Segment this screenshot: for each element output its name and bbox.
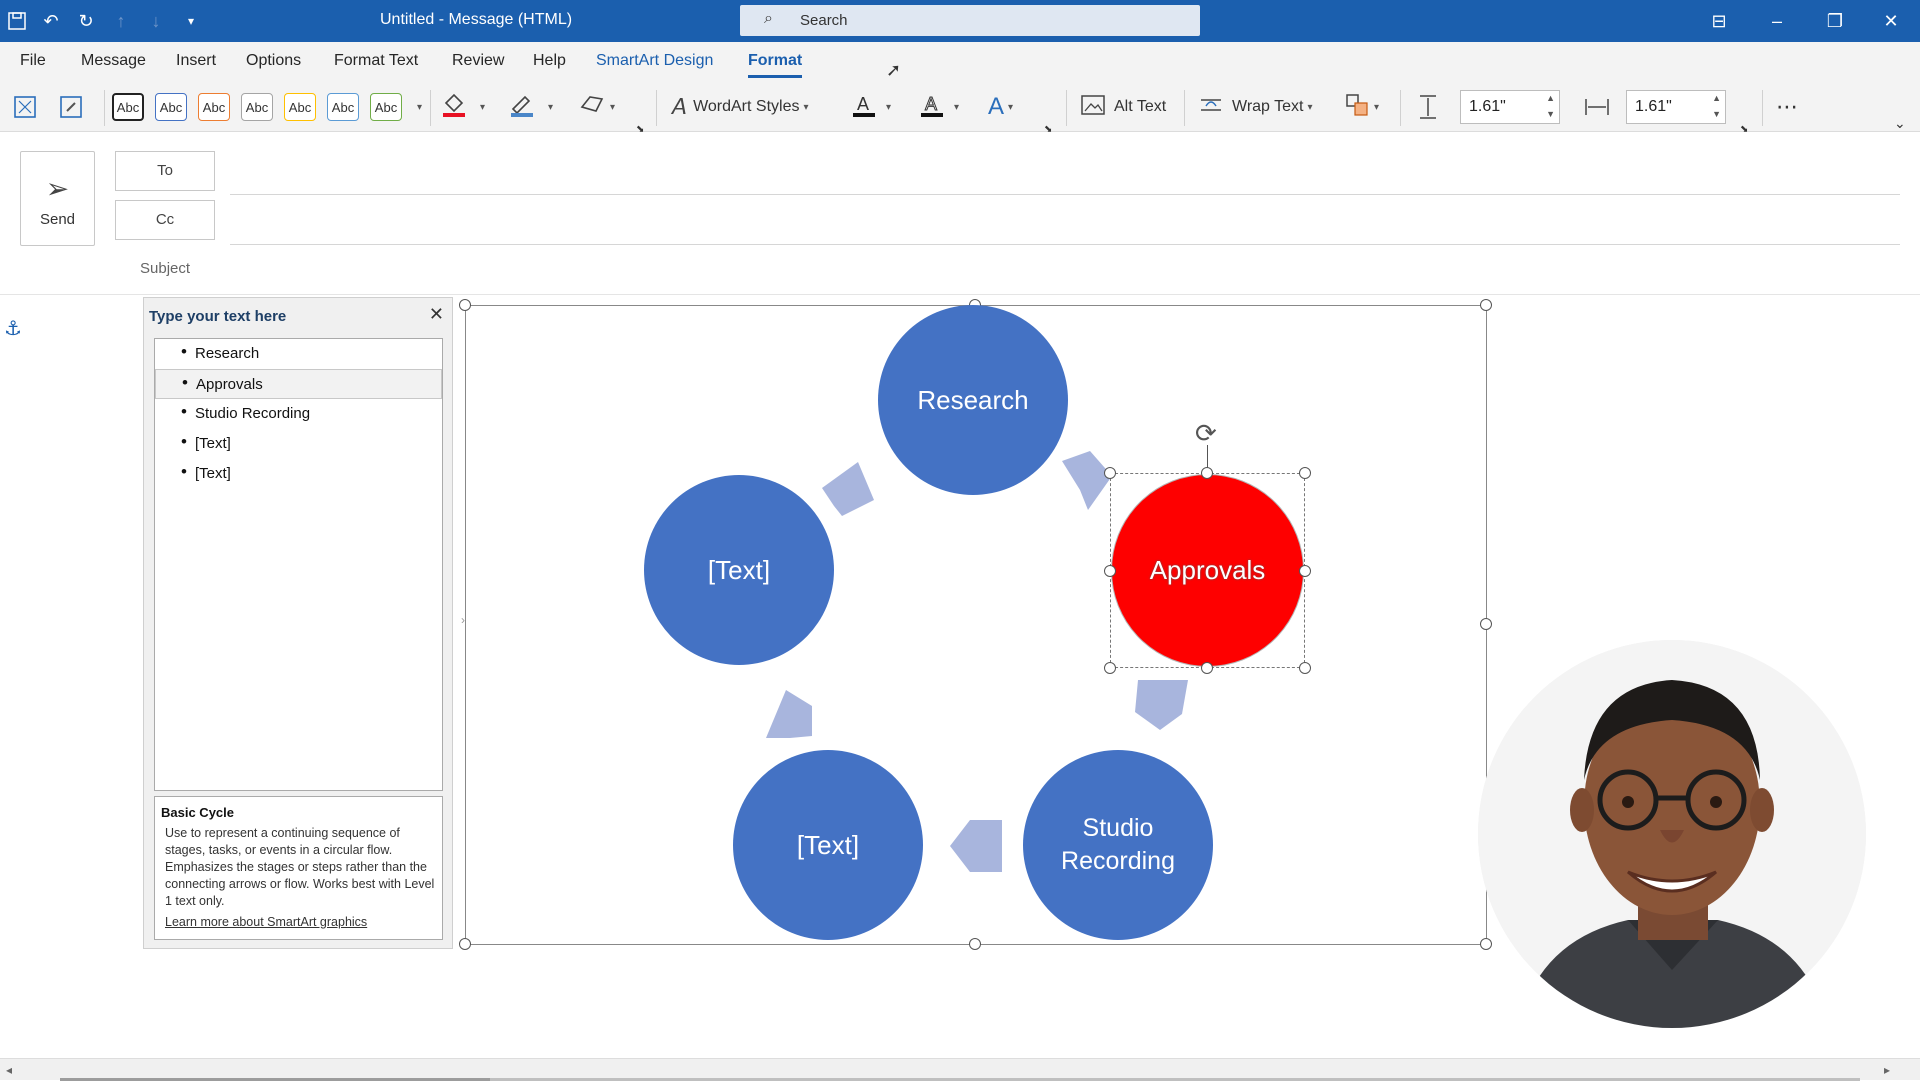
horizontal-scrollbar[interactable]: ◂ ▸ bbox=[0, 1058, 1920, 1081]
resize-handle[interactable] bbox=[1299, 565, 1311, 577]
scroll-right-icon[interactable]: ▸ bbox=[1884, 1063, 1890, 1077]
resize-handle[interactable] bbox=[1299, 467, 1311, 479]
cycle-node-research[interactable]: Research bbox=[878, 305, 1068, 495]
cycle-node-studio-recording[interactable]: Studio Recording bbox=[1023, 750, 1213, 940]
resize-handle[interactable] bbox=[1201, 467, 1213, 479]
scroll-left-icon[interactable]: ◂ bbox=[6, 1063, 12, 1077]
node-label: Approvals bbox=[1149, 555, 1266, 585]
cycle-node-approvals[interactable]: Approvals bbox=[1111, 474, 1304, 667]
rotate-handle-icon[interactable]: ⟳ bbox=[1195, 418, 1217, 449]
resize-handle[interactable] bbox=[1104, 565, 1116, 577]
presenter-photo bbox=[1478, 640, 1866, 1028]
arrow-text-bottom-to-text-left bbox=[766, 690, 812, 738]
resize-handle[interactable] bbox=[1104, 467, 1116, 479]
resize-handle[interactable] bbox=[1299, 662, 1311, 674]
node-label: Research bbox=[917, 384, 1029, 415]
node-label: [Text] bbox=[707, 554, 771, 585]
arrow-research-to-approvals bbox=[1062, 451, 1112, 510]
resize-handle[interactable] bbox=[1104, 662, 1116, 674]
arrow-text-left-to-research bbox=[822, 462, 874, 516]
presenter-webcam bbox=[1478, 640, 1866, 1028]
cycle-node-text-bottom[interactable]: [Text] bbox=[733, 750, 923, 940]
node-label: [Text] bbox=[796, 829, 860, 860]
resize-handle[interactable] bbox=[1201, 662, 1213, 674]
cycle-node-text-left[interactable]: [Text] bbox=[644, 475, 834, 665]
arrow-studio-to-text-bottom bbox=[950, 820, 1002, 872]
node-label: Studio Recording bbox=[1061, 814, 1175, 875]
arrow-approvals-to-studio bbox=[1135, 680, 1188, 730]
